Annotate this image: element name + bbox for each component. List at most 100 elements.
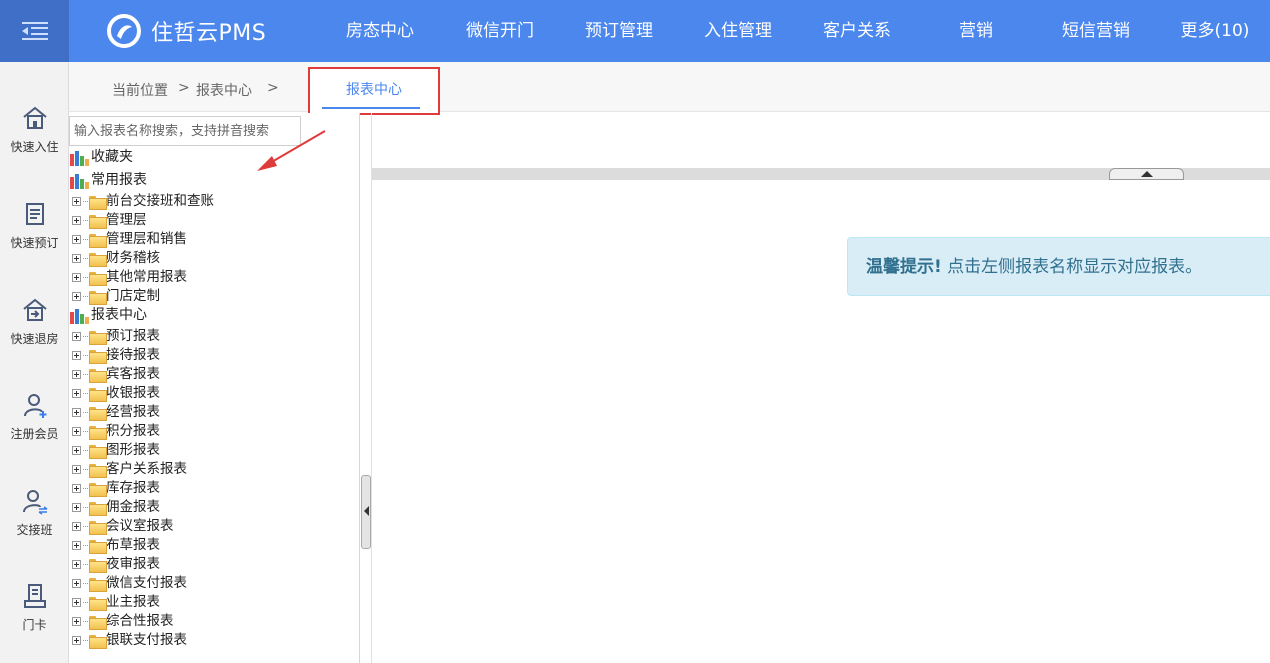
tree-connector xyxy=(83,412,88,413)
tree-folder-item[interactable]: 积分报表 xyxy=(69,422,160,441)
folder-icon xyxy=(89,290,107,305)
tree-folder-item[interactable]: 业主报表 xyxy=(69,593,160,612)
rail-shift-handover[interactable]: 交接班 xyxy=(0,487,69,567)
add-user-icon xyxy=(23,394,46,418)
tree-connector xyxy=(83,431,88,432)
tree-node-label: 门店定制 xyxy=(106,288,160,304)
rail-label: 快速退房 xyxy=(10,332,59,346)
tree-node-label: 其他常用报表 xyxy=(106,269,187,285)
tree-folder-item[interactable]: 微信支付报表 xyxy=(69,574,187,593)
expand-icon[interactable] xyxy=(72,636,81,645)
rail-label: 快速入住 xyxy=(10,140,59,154)
tree-node-label: 会议室报表 xyxy=(106,518,174,534)
tree-folder-item[interactable]: 收银报表 xyxy=(69,384,160,403)
tree-connector xyxy=(83,201,88,202)
expand-icon[interactable] xyxy=(72,617,81,626)
tree-group-favorites[interactable]: 收藏夹 xyxy=(69,148,133,167)
tree-connector xyxy=(83,277,88,278)
rail-quick-booking[interactable]: 快速预订 xyxy=(0,200,69,280)
expand-icon[interactable] xyxy=(72,370,81,379)
expand-icon[interactable] xyxy=(72,541,81,550)
expand-icon[interactable] xyxy=(72,235,81,244)
expand-icon[interactable] xyxy=(72,427,81,436)
nav-wechat-door[interactable]: 微信开门 xyxy=(450,0,550,62)
expand-icon[interactable] xyxy=(72,197,81,206)
report-search-input[interactable] xyxy=(69,116,301,146)
nav-crm[interactable]: 客户关系 xyxy=(807,0,907,62)
tree-connector xyxy=(83,450,88,451)
tree-folder-item[interactable]: 夜审报表 xyxy=(69,555,160,574)
report-group-icon xyxy=(70,173,89,189)
expand-icon[interactable] xyxy=(72,522,81,531)
tree-folder-item[interactable]: 银联支付报表 xyxy=(69,631,187,650)
expand-icon[interactable] xyxy=(72,389,81,398)
breadcrumb-item[interactable]: 报表中心 xyxy=(196,80,252,100)
tree-node-label: 库存报表 xyxy=(106,480,160,496)
tree-group-common[interactable]: 常用报表 xyxy=(69,171,147,190)
tree-connector xyxy=(83,296,88,297)
expand-icon[interactable] xyxy=(72,446,81,455)
folder-icon xyxy=(89,387,107,402)
folder-icon xyxy=(89,577,107,592)
report-group-icon xyxy=(70,308,89,324)
collapse-handle[interactable] xyxy=(1109,168,1184,180)
expand-icon[interactable] xyxy=(72,579,81,588)
tree-folder-item[interactable]: 其他常用报表 xyxy=(69,268,187,287)
logo[interactable]: 住哲云PMS xyxy=(107,14,266,48)
nav-checkin[interactable]: 入住管理 xyxy=(688,0,788,62)
tree-connector xyxy=(83,545,88,546)
rail-register-member[interactable]: 注册会员 xyxy=(0,391,69,471)
rail-quick-checkin[interactable]: 快速入住 xyxy=(0,104,69,184)
nav-more[interactable]: 更多(10) xyxy=(1170,0,1260,62)
rail-door-card[interactable]: 门卡 xyxy=(0,582,69,662)
expand-icon[interactable] xyxy=(72,465,81,474)
tree-connector xyxy=(83,602,88,603)
tree-group-report-center[interactable]: 报表中心 xyxy=(69,306,147,325)
folder-icon xyxy=(89,425,107,440)
tree-folder-item[interactable]: 会议室报表 xyxy=(69,517,174,536)
expand-icon[interactable] xyxy=(72,292,81,301)
tree-folder-item[interactable]: 前台交接班和查账 xyxy=(69,192,214,211)
expand-icon[interactable] xyxy=(72,273,81,282)
tree-node-label: 宾客报表 xyxy=(106,366,160,382)
tree-folder-item[interactable]: 门店定制 xyxy=(69,287,160,306)
tree-folder-item[interactable]: 接待报表 xyxy=(69,346,160,365)
tab-report-center[interactable]: 报表中心 xyxy=(308,67,440,115)
panel-splitter-handle[interactable] xyxy=(361,475,371,549)
folder-icon xyxy=(89,349,107,364)
rail-quick-checkout[interactable]: 快速退房 xyxy=(0,296,69,376)
tree-folder-item[interactable]: 佣金报表 xyxy=(69,498,160,517)
tree-folder-item[interactable]: 经营报表 xyxy=(69,403,160,422)
tree-folder-item[interactable]: 综合性报表 xyxy=(69,612,174,631)
tree-folder-item[interactable]: 管理层 xyxy=(69,211,147,230)
tree-folder-item[interactable]: 图形报表 xyxy=(69,441,160,460)
tree-connector xyxy=(83,220,88,221)
expand-icon[interactable] xyxy=(72,598,81,607)
tree-node-label: 管理层和销售 xyxy=(106,231,187,247)
expand-icon[interactable] xyxy=(72,351,81,360)
folder-icon xyxy=(89,214,107,229)
expand-icon[interactable] xyxy=(72,254,81,263)
nav-reservation[interactable]: 预订管理 xyxy=(569,0,669,62)
tree-folder-item[interactable]: 布草报表 xyxy=(69,536,160,555)
tree-folder-item[interactable]: 管理层和销售 xyxy=(69,230,187,249)
expand-icon[interactable] xyxy=(72,484,81,493)
tree-node-label: 夜审报表 xyxy=(106,556,160,572)
tree-connector xyxy=(83,640,88,641)
nav-room-status[interactable]: 房态中心 xyxy=(330,0,430,62)
expand-icon[interactable] xyxy=(72,560,81,569)
tree-folder-item[interactable]: 客户关系报表 xyxy=(69,460,187,479)
nav-sms-marketing[interactable]: 短信营销 xyxy=(1046,0,1146,62)
brand-name: 住哲云PMS xyxy=(151,21,267,46)
expand-icon[interactable] xyxy=(72,216,81,225)
tree-folder-item[interactable]: 库存报表 xyxy=(69,479,160,498)
expand-icon[interactable] xyxy=(72,503,81,512)
checkout-icon xyxy=(22,298,47,321)
expand-icon[interactable] xyxy=(72,408,81,417)
expand-icon[interactable] xyxy=(72,332,81,341)
tree-folder-item[interactable]: 宾客报表 xyxy=(69,365,160,384)
menu-toggle-button[interactable] xyxy=(0,0,69,62)
tree-folder-item[interactable]: 预订报表 xyxy=(69,327,160,346)
nav-marketing[interactable]: 营销 xyxy=(936,0,1016,62)
tree-folder-item[interactable]: 财务稽核 xyxy=(69,249,160,268)
